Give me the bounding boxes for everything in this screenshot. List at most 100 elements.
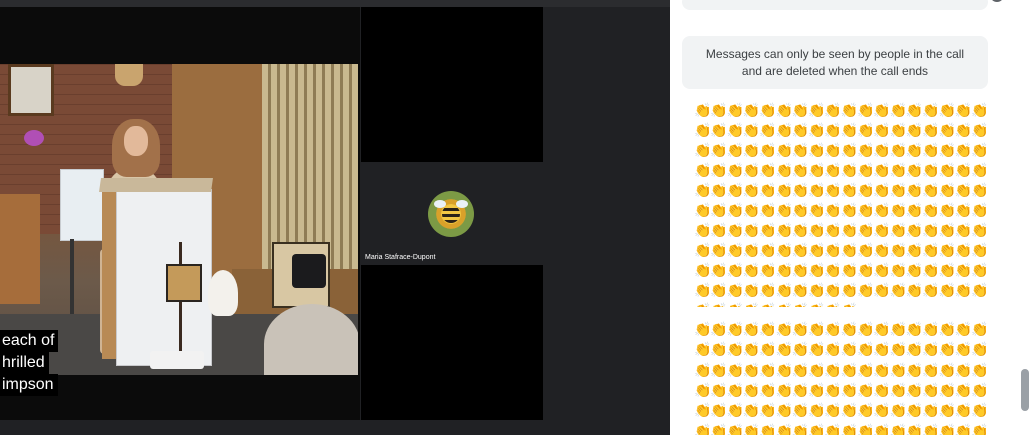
clapping-hands-icon: 👏: [710, 102, 728, 118]
clapping-hands-icon: 👏: [759, 102, 777, 118]
clapping-hands-icon: 👏: [710, 222, 728, 238]
clapping-hands-icon: 👏: [791, 222, 810, 238]
bee-icon: [442, 205, 460, 223]
clapping-hands-icon: 👏: [824, 242, 842, 258]
clapping-hands-icon: 👏: [889, 142, 907, 158]
clapping-hands-icon: 👏: [726, 262, 745, 278]
clapping-hands-icon: 👏: [791, 162, 810, 178]
clapping-hands-icon: 👏: [808, 222, 826, 238]
clapping-hands-icon: 👏: [824, 222, 842, 238]
clapping-hands-icon: 👏: [938, 282, 956, 298]
clapping-hands-icon: 👏: [905, 422, 924, 435]
clapping-hands-icon: 👏: [954, 102, 973, 118]
clapping-hands-icon: 👏: [808, 102, 826, 118]
clapping-hands-icon: 👏: [824, 102, 842, 118]
clapping-hands-icon: 👏: [856, 182, 875, 198]
clapping-hands-icon: 👏: [954, 142, 973, 158]
clapping-hands-icon: 👏: [856, 422, 875, 435]
clapping-hands-icon: 👏: [873, 321, 891, 337]
clapping-hands-icon: 👏: [775, 341, 793, 358]
clapping-hands-icon: 👏: [775, 381, 793, 398]
clapping-hands-icon: 👏: [905, 182, 924, 198]
clapping-hands-icon: 👏: [726, 102, 745, 118]
clapping-hands-icon: 👏: [905, 381, 924, 398]
clapping-hands-icon: 👏: [905, 341, 924, 358]
clapping-hands-icon: 👏: [889, 182, 907, 198]
clapping-hands-icon: 👏: [922, 422, 940, 435]
clapping-hands-icon: 👏: [873, 422, 891, 435]
clapping-hands-icon: 👏: [791, 122, 810, 138]
clapping-hands-icon: 👏: [971, 182, 988, 198]
clapping-hands-icon: 👏: [808, 282, 826, 298]
clapping-hands-icon: 👏: [938, 402, 956, 419]
clapping-hands-icon: 👏: [694, 122, 712, 138]
clapping-hands-icon: 👏: [742, 341, 761, 358]
clapping-hands-icon: 👏: [889, 341, 907, 358]
clapping-hands-icon: 👏: [808, 381, 826, 398]
chat-panel[interactable]: Messages can only be seen by people in t…: [670, 0, 1033, 435]
clapping-hands-icon: 👏: [889, 402, 907, 419]
clapping-hands-icon: 👏: [840, 341, 859, 358]
presenter-video-tile[interactable]: each of hrilled impson: [0, 7, 360, 420]
clapping-hands-icon: 👏: [905, 321, 924, 337]
clapping-hands-icon: 👏: [824, 321, 842, 337]
statue: [208, 270, 238, 316]
clapping-hands-icon: 👏: [889, 222, 907, 238]
clapping-hands-icon: 👏: [726, 321, 745, 337]
clapping-hands-icon: 👏: [938, 202, 956, 218]
clapping-hands-icon: 👏: [694, 242, 712, 258]
clapping-hands-icon: 👏: [775, 142, 793, 158]
empty-tile-top: [361, 7, 543, 162]
clapping-hands-icon: 👏: [840, 102, 859, 118]
clapping-hands-icon: 👏: [694, 142, 712, 158]
caption-line: hrilled: [0, 352, 49, 374]
clapping-hands-icon: 👏: [840, 242, 859, 258]
lectern-top: [99, 178, 213, 192]
clapping-hands-icon: 👏: [775, 262, 793, 278]
clapping-hands-icon: 👏: [954, 422, 973, 435]
clapping-hands-icon: 👏: [905, 202, 924, 218]
chat-message-clapping[interactable]: 👏 👏 👏 👏 👏 👏 👏 👏 👏 👏 👏 👏 👏 👏 👏 👏 👏 👏 👏 👏 👏 👏 👏 👏 👏 👏 👏 👏 👏 👏 👏 👏 👏 👏 👏 👏 👏 👏 👏 👏…: [694, 101, 988, 307]
clapping-hands-icon: 👏: [954, 262, 973, 278]
clapping-hands-icon: 👏: [742, 321, 761, 337]
clapping-hands-icon: 👏: [905, 102, 924, 118]
clapping-hands-icon: 👏: [710, 402, 728, 419]
clapping-hands-icon: 👏: [808, 402, 826, 419]
clapping-hands-icon: 👏: [971, 202, 988, 218]
clapping-hands-icon: 👏: [808, 162, 826, 178]
clapping-hands-icon: 👏: [759, 142, 777, 158]
clapping-hands-icon: 👏: [726, 341, 745, 358]
clapping-hands-icon: 👏: [759, 282, 777, 298]
clapping-hands-icon: 👏: [922, 341, 940, 358]
clapping-hands-icon: 👏: [922, 102, 940, 118]
clapping-hands-icon: 👏: [954, 361, 973, 378]
clapping-hands-icon: 👏: [791, 262, 810, 278]
clapping-hands-icon: 👏: [791, 402, 810, 419]
clapping-hands-icon: 👏: [840, 402, 859, 419]
chat-scrollbar[interactable]: [1021, 369, 1029, 411]
clapping-hands-icon: 👏: [759, 122, 777, 138]
live-captions: each of hrilled impson: [0, 330, 59, 396]
chat-message-clapping[interactable]: 👏 👏 👏 👏 👏 👏 👏 👏 👏 👏 👏 👏 👏 👏 👏 👏 👏 👏 👏 👏 👏 👏 👏 👏 👏 👏 👏 👏 👏 👏 👏 👏 👏 👏 👏 👏 👏 👏 👏 👏…: [694, 320, 988, 435]
clapping-hands-icon: 👏: [905, 402, 924, 419]
clapping-hands-icon: 👏: [971, 142, 988, 158]
clapping-hands-icon: 👏: [808, 301, 825, 307]
clapping-hands-icon: 👏: [694, 402, 712, 419]
clapping-hands-icon: 👏: [710, 282, 728, 298]
clapping-hands-icon: 👏: [775, 242, 793, 258]
clapping-hands-icon: 👏: [824, 182, 842, 198]
wall-picture: [8, 64, 54, 116]
clapping-hands-icon: 👏: [775, 282, 793, 298]
clapping-hands-icon: 👏: [824, 381, 842, 398]
clapping-hands-icon: 👏: [791, 381, 810, 398]
clapping-hands-icon: 👏: [775, 402, 793, 419]
clapping-hands-icon: 👏: [856, 381, 875, 398]
clapping-hands-icon: 👏: [873, 402, 891, 419]
clapping-hands-icon: 👏: [791, 422, 810, 435]
clapping-hands-icon: 👏: [954, 162, 973, 178]
clapping-hands-icon: 👏: [922, 402, 940, 419]
clapping-hands-icon: 👏: [759, 321, 777, 337]
clapping-hands-icon: 👏: [856, 321, 875, 337]
clapping-hands-icon: 👏: [873, 162, 891, 178]
clapping-hands-icon: 👏: [694, 162, 712, 178]
